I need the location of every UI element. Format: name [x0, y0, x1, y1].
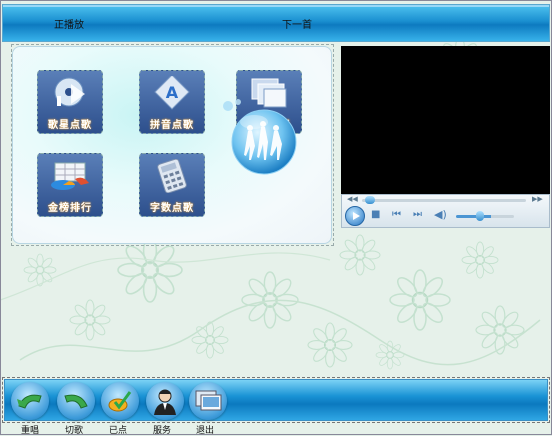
service-label: 服务 [153, 426, 172, 436]
dancers-bubble-icon [223, 99, 297, 175]
tile-label: 字数点歌 [150, 203, 194, 214]
selected-songs-button[interactable] [101, 382, 139, 420]
service-button[interactable] [146, 382, 184, 420]
skip-song-icon [64, 394, 88, 409]
singer-search-button[interactable]: 歌星点歌 [37, 70, 103, 134]
ranking-button[interactable]: 金榜排行 [37, 153, 103, 217]
volume-slider[interactable] [456, 215, 514, 218]
seek-handle[interactable] [365, 196, 375, 204]
seek-back-icon[interactable]: ◀◀ [347, 195, 358, 203]
replay-icon [17, 394, 42, 409]
tile-label: 金榜排行 [48, 203, 92, 214]
volume-icon[interactable]: ◀) [434, 209, 447, 220]
service-icon [154, 389, 176, 415]
now-playing-label: 正播放 [54, 20, 84, 31]
top-status-bar [2, 4, 550, 42]
pinyin-icon: A [154, 76, 190, 110]
ranking-chart-icon [51, 162, 89, 190]
next-icon[interactable]: ⏭ [413, 210, 422, 220]
skip-song-button[interactable] [57, 382, 95, 420]
volume-handle[interactable] [476, 211, 484, 221]
singer-cd-icon [54, 77, 85, 107]
exit-label: 退出 [196, 426, 215, 436]
svg-text:A: A [166, 83, 179, 102]
tile-label: 歌星点歌 [48, 120, 92, 131]
replay-label: 重唱 [21, 426, 40, 436]
previous-icon[interactable]: ⏮ [392, 210, 401, 220]
word-count-search-button[interactable]: 字数点歌 [139, 153, 205, 217]
seek-forward-icon[interactable]: ▶▶ [532, 195, 543, 203]
seek-bar[interactable] [362, 196, 526, 204]
selected-songs-icon [108, 391, 132, 412]
calculator-icon [157, 159, 187, 193]
skip-song-label: 切歌 [65, 426, 84, 436]
play-icon[interactable] [345, 206, 365, 226]
stop-icon[interactable]: ■ [371, 210, 380, 220]
pinyin-search-button[interactable]: A 拼音点歌 [139, 70, 205, 134]
top-bar-highlight [3, 5, 549, 7]
replay-button[interactable] [11, 382, 49, 420]
exit-icon [195, 390, 222, 411]
next-song-label: 下一首 [282, 20, 312, 31]
player-controls: ◀◀ ▶▶ ■ ⏮ ⏭ ◀) [341, 194, 550, 228]
selected-songs-label: 已点 [109, 426, 128, 436]
exit-button[interactable] [189, 382, 227, 420]
video-display[interactable] [341, 46, 550, 194]
tile-label: 拼音点歌 [150, 120, 194, 131]
